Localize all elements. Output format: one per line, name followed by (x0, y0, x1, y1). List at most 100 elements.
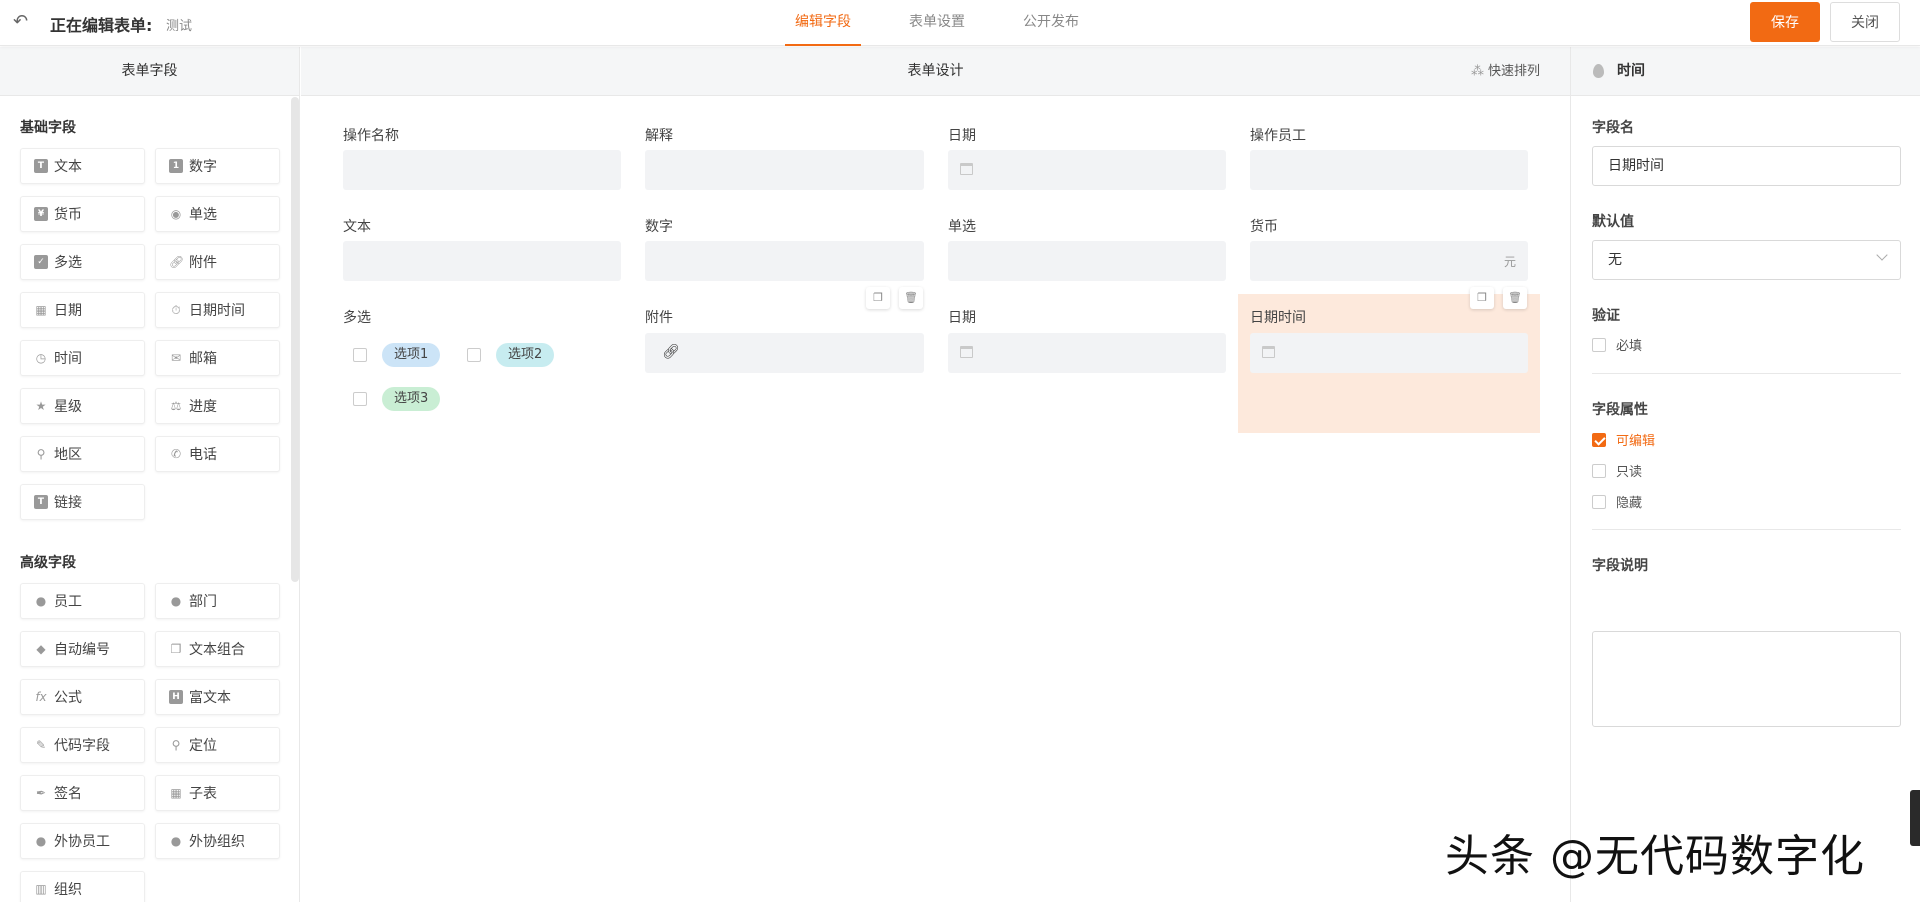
attachment-input[interactable] (645, 333, 924, 373)
option-tag: 选项2 (496, 343, 555, 367)
field-organization[interactable]: ▥ 组织 (20, 871, 145, 902)
paperclip-icon[interactable]: 🔗︎ (662, 344, 680, 360)
option-tag: 选项3 (382, 387, 441, 411)
employee-input[interactable] (1250, 150, 1528, 190)
formula-icon: fx (35, 690, 47, 704)
form-designer-title: 表单设计 (907, 63, 964, 79)
field-subtable[interactable]: ▦ 子表 (155, 775, 280, 811)
delete-field-icon[interactable]: 🗑︎ (1503, 287, 1527, 309)
field-label: 解释 (645, 128, 673, 144)
field-radio[interactable]: ◉ 单选 (155, 196, 280, 232)
number-input[interactable] (645, 241, 924, 281)
option-checkbox[interactable] (467, 348, 481, 362)
option-tag: 选项1 (382, 343, 441, 367)
paperclip-icon: 🔗︎ (169, 255, 185, 269)
field-description-label: 字段说明 (1592, 558, 1648, 574)
field-label: 多选 (343, 310, 371, 326)
radio-input[interactable] (948, 241, 1226, 281)
clock-icon: ◷ (35, 351, 47, 365)
field-formula[interactable]: fx 公式 (20, 679, 145, 715)
field-currency[interactable]: ¥ 货币 (20, 196, 145, 232)
field-label: 日期时间 (1250, 310, 1306, 326)
copy-field-icon[interactable]: ❐ (1470, 287, 1494, 309)
quick-arrange-button[interactable]: ⁂ 快速排列 (1471, 47, 1540, 96)
currency-input[interactable]: 元 (1250, 241, 1528, 281)
phone-icon: ✆ (170, 447, 182, 461)
field-description-textarea[interactable] (1592, 631, 1901, 727)
field-signature[interactable]: ✒ 签名 (20, 775, 145, 811)
tab-edit-fields[interactable]: 编辑字段 (785, 0, 861, 46)
date-input[interactable] (948, 333, 1226, 373)
readonly-checkbox[interactable]: 只读 (1592, 461, 1642, 480)
back-icon[interactable]: ↶ (13, 12, 33, 32)
field-department[interactable]: ● 部门 (155, 583, 280, 619)
map-pin-icon: ⚲ (36, 447, 46, 461)
field-rich-text[interactable]: H 富文本 (155, 679, 280, 715)
field-datetime[interactable]: ⏱︎ 日期时间 (155, 292, 280, 328)
field-external-org[interactable]: ● 外协组织 (155, 823, 280, 859)
copy-field-icon[interactable]: ❐ (866, 287, 890, 309)
datetime-input[interactable] (1250, 333, 1528, 373)
hidden-checkbox[interactable]: 隐藏 (1592, 492, 1642, 511)
users-icon: ● (170, 594, 182, 608)
delete-field-icon[interactable]: 🗑︎ (899, 287, 923, 309)
tab-form-settings[interactable]: 表单设置 (899, 0, 975, 46)
field-date[interactable]: ▦ 日期 (20, 292, 145, 328)
field-auto-number[interactable]: ◆ 自动编号 (20, 631, 145, 667)
progress-icon: ⚖ (170, 399, 182, 413)
rich-text-icon: H (169, 690, 183, 704)
field-text[interactable]: T 文本 (20, 148, 145, 184)
field-time[interactable]: ◷ 时间 (20, 340, 145, 376)
watermark: 头条 @无代码数字化 (1445, 831, 1865, 882)
editable-checkbox[interactable]: 可编辑 (1592, 430, 1655, 449)
field-employee[interactable]: ● 员工 (20, 583, 145, 619)
field-location[interactable]: ⚲ 定位 (155, 727, 280, 763)
field-label: 日期 (948, 310, 976, 326)
user-icon: ● (35, 834, 47, 848)
field-phone[interactable]: ✆ 电话 (155, 436, 280, 472)
field-progress[interactable]: ⚖ 进度 (155, 388, 280, 424)
field-link[interactable]: T 链接 (20, 484, 145, 520)
option-checkbox[interactable] (353, 348, 367, 362)
edge-widget[interactable] (1910, 790, 1920, 846)
field-code[interactable]: ✎ 代码字段 (20, 727, 145, 763)
field-input[interactable] (343, 150, 621, 190)
form-designer-header: 表单设计 ⁂ 快速排列 (301, 47, 1570, 96)
field-attributes-label: 字段属性 (1592, 402, 1648, 418)
save-button[interactable]: 保存 (1750, 2, 1820, 42)
field-input[interactable] (645, 150, 924, 190)
close-button[interactable]: 关闭 (1830, 2, 1900, 42)
top-bar: ↶ 正在编辑表单: 测试 编辑字段 表单设置 公开发布 保存 关闭 (0, 0, 1920, 46)
envelope-icon: ✉ (170, 351, 182, 365)
option-checkbox[interactable] (353, 392, 367, 406)
field-text-combo[interactable]: ❐ 文本组合 (155, 631, 280, 667)
calendar-icon (960, 346, 973, 358)
required-checkbox[interactable]: 必填 (1592, 335, 1642, 354)
copy-icon: ❐ (170, 642, 182, 656)
field-name-input[interactable]: 日期时间 (1592, 146, 1901, 186)
page-title: 正在编辑表单: (50, 16, 153, 35)
field-label: 日期 (948, 128, 976, 144)
field-number[interactable]: 1 数字 (155, 148, 280, 184)
field-rating[interactable]: ★ 星级 (20, 388, 145, 424)
field-label: 附件 (645, 310, 673, 326)
field-external-employee[interactable]: ● 外协员工 (20, 823, 145, 859)
table-icon: ▦ (170, 786, 182, 800)
palette-scrollbar[interactable] (291, 97, 299, 582)
divider (1592, 373, 1901, 374)
default-value-label: 默认值 (1592, 214, 1634, 230)
default-value-select[interactable]: 无 (1592, 240, 1901, 280)
tab-bar: 编辑字段 表单设置 公开发布 (785, 0, 1127, 46)
tab-publish[interactable]: 公开发布 (1013, 0, 1089, 46)
field-properties: 时间 字段名 日期时间 默认值 无 验证 必填 字段属性 可编辑 只读 隐藏 字… (1570, 47, 1920, 902)
field-attachment[interactable]: 🔗︎ 附件 (155, 244, 280, 280)
date-input[interactable] (948, 150, 1226, 190)
field-region[interactable]: ⚲ 地区 (20, 436, 145, 472)
star-icon: ★ (35, 399, 47, 413)
user-icon: ● (35, 594, 47, 608)
field-multiselect[interactable]: ✓ 多选 (20, 244, 145, 280)
text-icon: T (34, 159, 48, 173)
form-name: 测试 (166, 19, 193, 34)
field-email[interactable]: ✉ 邮箱 (155, 340, 280, 376)
text-input[interactable] (343, 241, 621, 281)
